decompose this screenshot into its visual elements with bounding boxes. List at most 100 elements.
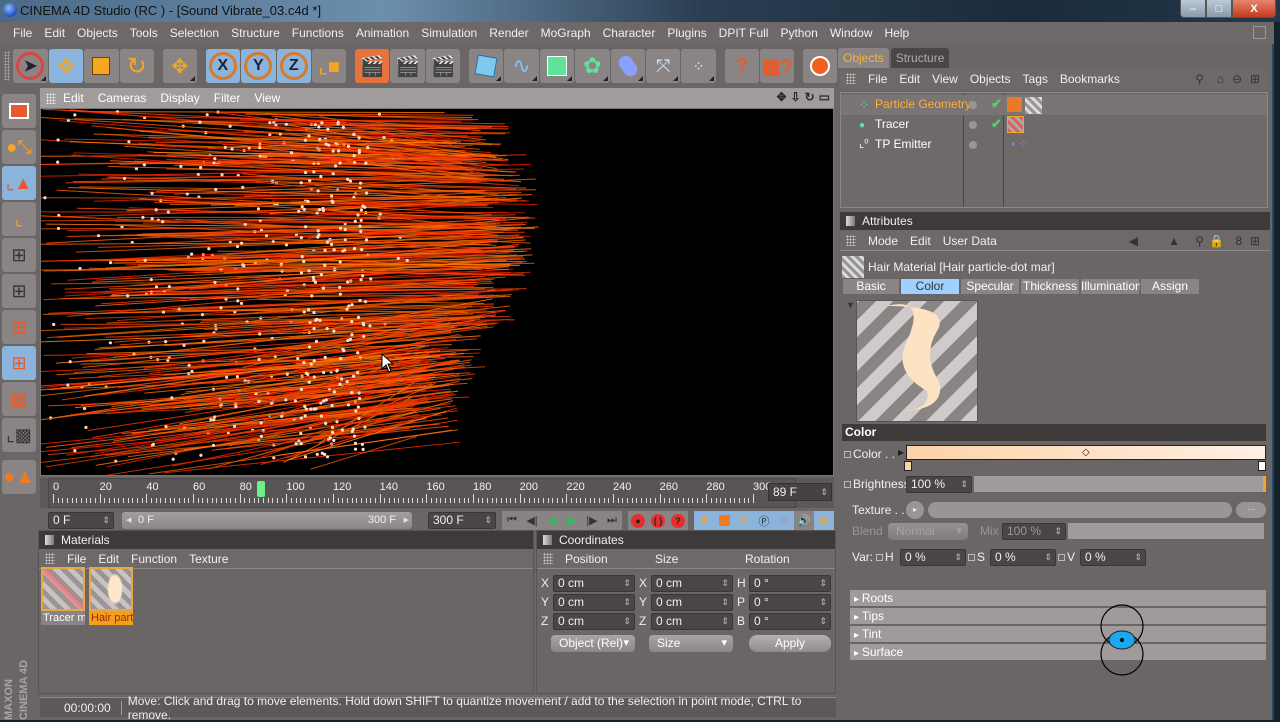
key-parameter-button[interactable]: Ⓟ [754,511,774,530]
layout-button[interactable] [2,94,36,128]
group-tips[interactable]: Tips [850,608,1266,624]
object-mode-button[interactable]: ⌞▲ [2,166,36,200]
up-arrow-icon[interactable]: ▲ [1162,234,1186,248]
menu-animation[interactable]: Animation [350,26,415,40]
web-button[interactable] [803,49,837,83]
menu-selection[interactable]: Selection [164,26,225,40]
workplane-button[interactable]: ⌞▩ [2,418,36,452]
help-button[interactable]: ? [725,49,759,83]
size-z-field[interactable]: 0 cm⇕ [651,613,733,630]
tab-illumination[interactable]: Illumination [1080,278,1140,295]
y-axis-button[interactable]: Y [241,49,275,83]
size-mode-select[interactable]: Size [649,635,733,652]
menu-mograph[interactable]: MoGraph [535,26,597,40]
object-row-particle-geometry[interactable]: ⁘ Particle Geometry ✔ [841,95,1267,115]
back-arrow-icon[interactable]: ◀ [1123,234,1144,248]
material-tag-icon[interactable] [1025,97,1042,114]
previous-key-button[interactable]: ◀| [522,511,542,530]
materials-menu-edit[interactable]: Edit [92,552,125,566]
group-roots[interactable]: Roots [850,590,1266,606]
animate-checkbox[interactable] [844,451,851,458]
maximize-button[interactable]: □ [1206,0,1232,18]
orbit-icon[interactable]: ↻ [805,90,815,104]
gradient-start-knot[interactable] [904,461,912,471]
visibility-dot[interactable] [969,101,977,109]
play-backward-button[interactable]: ◀ [542,511,562,530]
coordinate-mode-select[interactable]: Object (Rel) [551,635,635,652]
viewport-menu-view[interactable]: View [247,91,287,105]
attr-menu-mode[interactable]: Mode [862,234,904,248]
menu-simulation[interactable]: Simulation [415,26,483,40]
menu-objects[interactable]: Objects [71,26,124,40]
help-table-button[interactable]: ▦? [760,49,794,83]
menu-dpit-full[interactable]: DPIT Full [713,26,775,40]
object-row-tp-emitter[interactable]: ⌞⁰ TP Emitter • ⁘ [841,135,1267,155]
menu-help[interactable]: Help [879,26,916,40]
3d-viewport[interactable] [40,108,834,476]
frame-range-slider[interactable]: ◂ 0 F 300 F ▸ [122,512,412,529]
timeline-ruler[interactable]: 0204060801001201401601802002202402602803… [48,478,796,508]
materials-menu-file[interactable]: File [61,552,92,566]
scene-button[interactable]: ⤧ [646,49,680,83]
texture-slot[interactable] [928,502,1232,518]
texture-menu-button[interactable]: ▸ [906,501,924,519]
render-view-button[interactable]: 🎬 [355,49,389,83]
animate-checkbox[interactable] [968,554,975,561]
material-hair-particle[interactable]: Hair parti [89,567,133,625]
menu-edit[interactable]: Edit [38,26,71,40]
record-key-button[interactable]: ● [628,511,648,530]
menu-functions[interactable]: Functions [286,26,350,40]
rotation-b-field[interactable]: 0 °⇕ [749,613,831,630]
rotation-h-field[interactable]: 0 °⇕ [749,575,831,592]
size-y-field[interactable]: 0 cm⇕ [651,594,733,611]
particle-tag-icon[interactable] [1007,97,1022,112]
menu-render[interactable]: Render [483,26,534,40]
new-manager-icon[interactable]: ⊞ [1244,72,1266,86]
slider-handle[interactable] [1263,476,1266,492]
current-frame-field[interactable]: 89 F⇕ [768,483,832,501]
menu-character[interactable]: Character [597,26,662,40]
size-x-field[interactable]: 0 cm⇕ [651,575,733,592]
materials-menu-function[interactable]: Function [125,552,183,566]
polygons-mode-button[interactable]: ⊞ [2,310,36,344]
var-v-field[interactable]: 0 %⇕ [1080,549,1146,566]
material-preview[interactable] [856,300,978,422]
thinking-particles-tag-icon[interactable]: • ⁘ [1011,137,1029,151]
new-manager-icon[interactable]: ⊞ [1244,234,1266,248]
position-z-field[interactable]: 0 cm⇕ [553,613,635,630]
material-tracer[interactable]: Tracer m [41,567,85,625]
render-picture-viewer-button[interactable]: 🎬 [390,49,424,83]
tab-objects[interactable]: Objects [838,48,889,68]
next-key-button[interactable]: |▶ [582,511,602,530]
key-scale-button[interactable] [714,511,734,530]
go-to-start-button[interactable]: ⏮ [502,511,522,530]
spline-button[interactable]: ∿ [504,49,538,83]
object-row-tracer[interactable]: ● Tracer ✔ [841,115,1267,135]
viewport-menu-filter[interactable]: Filter [207,91,248,105]
viewport-menu-cameras[interactable]: Cameras [91,91,154,105]
om-menu-edit[interactable]: Edit [893,72,926,86]
deformer-button[interactable] [611,49,645,83]
zoom-icon[interactable]: ⇩ [791,90,801,104]
coordinate-system-button[interactable]: ⌞■ [312,49,346,83]
expand-gradient-icon[interactable]: ▶ [898,448,904,457]
start-frame-field[interactable]: 0 F⇕ [48,512,114,529]
rotate-tool-button[interactable]: ↻ [120,49,154,83]
model-mode-button[interactable]: ●⤡ [2,130,36,164]
layout-restore-icon[interactable] [1253,26,1266,39]
visibility-dot[interactable] [969,121,977,129]
materials-menu-texture[interactable]: Texture [183,552,234,566]
menu-plugins[interactable]: Plugins [661,26,712,40]
apply-button[interactable]: Apply [749,635,831,652]
key-position-button[interactable]: ✥ [694,511,714,530]
keyframe-selection-button[interactable]: ? [668,511,688,530]
visibility-dot[interactable] [969,141,977,149]
animate-checkbox[interactable] [844,481,851,488]
render-settings-button[interactable]: 🎬 [426,49,460,83]
viewport-grip[interactable] [46,93,56,104]
menu-python[interactable]: Python [774,26,823,40]
z-axis-button[interactable]: Z [277,49,311,83]
timeline-playhead[interactable] [257,481,265,497]
array-button[interactable]: ✿ [575,49,609,83]
enabled-check-icon[interactable]: ✔ [991,116,1002,132]
